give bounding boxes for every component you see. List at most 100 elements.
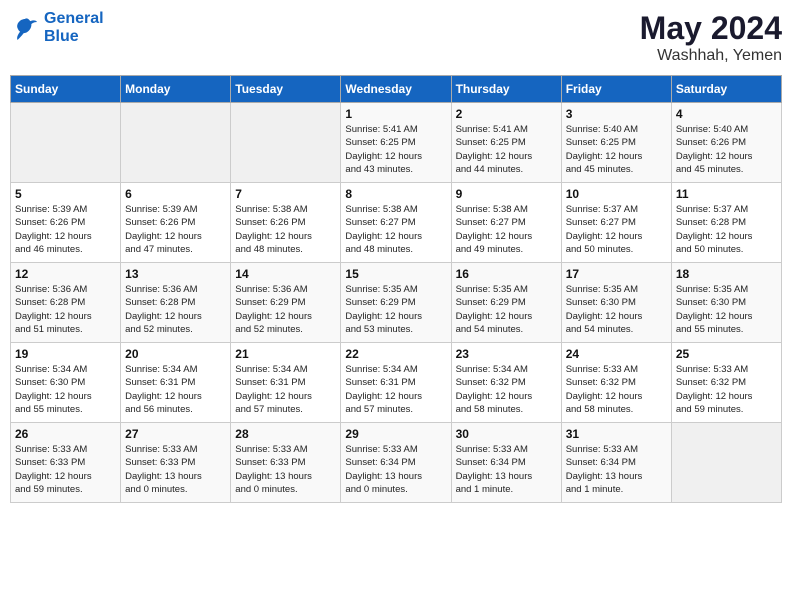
logo-icon xyxy=(10,13,40,43)
day-number: 1 xyxy=(345,107,446,121)
day-number: 14 xyxy=(235,267,336,281)
day-number: 16 xyxy=(456,267,557,281)
weekday-header-monday: Monday xyxy=(121,76,231,103)
day-info: Sunrise: 5:38 AM Sunset: 6:27 PM Dayligh… xyxy=(345,203,446,256)
day-info: Sunrise: 5:34 AM Sunset: 6:30 PM Dayligh… xyxy=(15,363,116,416)
day-info: Sunrise: 5:38 AM Sunset: 6:27 PM Dayligh… xyxy=(456,203,557,256)
day-info: Sunrise: 5:39 AM Sunset: 6:26 PM Dayligh… xyxy=(15,203,116,256)
day-info: Sunrise: 5:41 AM Sunset: 6:25 PM Dayligh… xyxy=(345,123,446,176)
day-number: 22 xyxy=(345,347,446,361)
day-info: Sunrise: 5:34 AM Sunset: 6:31 PM Dayligh… xyxy=(235,363,336,416)
calendar-cell: 19Sunrise: 5:34 AM Sunset: 6:30 PM Dayli… xyxy=(11,343,121,423)
day-info: Sunrise: 5:34 AM Sunset: 6:31 PM Dayligh… xyxy=(125,363,226,416)
calendar-cell: 18 Sunrise: 5:35 AM Sunset: 6:30 PM Dayli… xyxy=(671,263,781,343)
day-info: Sunrise: 5:38 AM Sunset: 6:26 PM Dayligh… xyxy=(235,203,336,256)
day-number: 27 xyxy=(125,427,226,441)
calendar-week-row: 12Sunrise: 5:36 AM Sunset: 6:28 PM Dayli… xyxy=(11,263,782,343)
title-block: May 2024 Washhah, Yemen xyxy=(640,10,782,65)
calendar-body: 1 Sunrise: 5:41 AM Sunset: 6:25 PM Daylig… xyxy=(11,103,782,503)
calendar-cell: 15Sunrise: 5:35 AM Sunset: 6:29 PM Dayli… xyxy=(341,263,451,343)
day-number: 4 xyxy=(676,107,777,121)
day-number: 24 xyxy=(566,347,667,361)
page-header: General Blue May 2024 Washhah, Yemen xyxy=(10,10,782,65)
day-number: 3 xyxy=(566,107,667,121)
day-info: Sunrise: 5:33 AM Sunset: 6:33 PM Dayligh… xyxy=(235,443,336,496)
calendar-cell: 30 Sunrise: 5:33 AM Sunset: 6:34 PM Dayli… xyxy=(451,423,561,503)
calendar-cell: 26Sunrise: 5:33 AM Sunset: 6:33 PM Dayli… xyxy=(11,423,121,503)
calendar-week-row: 19Sunrise: 5:34 AM Sunset: 6:30 PM Dayli… xyxy=(11,343,782,423)
day-info: Sunrise: 5:33 AM Sunset: 6:34 PM Dayligh… xyxy=(566,443,667,496)
calendar-cell: 14 Sunrise: 5:36 AM Sunset: 6:29 PM Dayli… xyxy=(231,263,341,343)
day-number: 20 xyxy=(125,347,226,361)
calendar-cell: 11 Sunrise: 5:37 AM Sunset: 6:28 PM Dayli… xyxy=(671,183,781,263)
calendar-cell: 31 Sunrise: 5:33 AM Sunset: 6:34 PM Dayli… xyxy=(561,423,671,503)
day-info: Sunrise: 5:33 AM Sunset: 6:32 PM Dayligh… xyxy=(566,363,667,416)
day-number: 21 xyxy=(235,347,336,361)
calendar-cell: 2Sunrise: 5:41 AM Sunset: 6:25 PM Daylig… xyxy=(451,103,561,183)
day-info: Sunrise: 5:35 AM Sunset: 6:29 PM Dayligh… xyxy=(456,283,557,336)
day-info: Sunrise: 5:33 AM Sunset: 6:32 PM Dayligh… xyxy=(676,363,777,416)
day-number: 28 xyxy=(235,427,336,441)
calendar-cell: 16 Sunrise: 5:35 AM Sunset: 6:29 PM Dayli… xyxy=(451,263,561,343)
calendar-cell: 21 Sunrise: 5:34 AM Sunset: 6:31 PM Dayli… xyxy=(231,343,341,423)
calendar-cell: 10 Sunrise: 5:37 AM Sunset: 6:27 PM Dayli… xyxy=(561,183,671,263)
day-number: 8 xyxy=(345,187,446,201)
day-number: 2 xyxy=(456,107,557,121)
day-number: 31 xyxy=(566,427,667,441)
day-info: Sunrise: 5:33 AM Sunset: 6:34 PM Dayligh… xyxy=(456,443,557,496)
calendar-cell xyxy=(231,103,341,183)
weekday-header-thursday: Thursday xyxy=(451,76,561,103)
weekday-header-wednesday: Wednesday xyxy=(341,76,451,103)
weekday-header-saturday: Saturday xyxy=(671,76,781,103)
calendar-cell: 17 Sunrise: 5:35 AM Sunset: 6:30 PM Dayli… xyxy=(561,263,671,343)
day-number: 29 xyxy=(345,427,446,441)
day-number: 10 xyxy=(566,187,667,201)
day-info: Sunrise: 5:35 AM Sunset: 6:30 PM Dayligh… xyxy=(566,283,667,336)
calendar-cell: 9 Sunrise: 5:38 AM Sunset: 6:27 PM Daylig… xyxy=(451,183,561,263)
calendar-cell: 22 Sunrise: 5:34 AM Sunset: 6:31 PM Dayli… xyxy=(341,343,451,423)
day-number: 11 xyxy=(676,187,777,201)
day-info: Sunrise: 5:34 AM Sunset: 6:31 PM Dayligh… xyxy=(345,363,446,416)
calendar-cell: 13 Sunrise: 5:36 AM Sunset: 6:28 PM Dayli… xyxy=(121,263,231,343)
calendar-table: SundayMondayTuesdayWednesdayThursdayFrid… xyxy=(10,75,782,503)
day-number: 7 xyxy=(235,187,336,201)
day-number: 30 xyxy=(456,427,557,441)
day-number: 18 xyxy=(676,267,777,281)
day-info: Sunrise: 5:40 AM Sunset: 6:26 PM Dayligh… xyxy=(676,123,777,176)
calendar-cell: 12Sunrise: 5:36 AM Sunset: 6:28 PM Dayli… xyxy=(11,263,121,343)
calendar-week-row: 1 Sunrise: 5:41 AM Sunset: 6:25 PM Daylig… xyxy=(11,103,782,183)
day-info: Sunrise: 5:34 AM Sunset: 6:32 PM Dayligh… xyxy=(456,363,557,416)
day-info: Sunrise: 5:37 AM Sunset: 6:27 PM Dayligh… xyxy=(566,203,667,256)
day-info: Sunrise: 5:35 AM Sunset: 6:30 PM Dayligh… xyxy=(676,283,777,336)
day-number: 5 xyxy=(15,187,116,201)
calendar-cell: 24 Sunrise: 5:33 AM Sunset: 6:32 PM Dayli… xyxy=(561,343,671,423)
calendar-cell: 6 Sunrise: 5:39 AM Sunset: 6:26 PM Daylig… xyxy=(121,183,231,263)
day-info: Sunrise: 5:37 AM Sunset: 6:28 PM Dayligh… xyxy=(676,203,777,256)
day-number: 17 xyxy=(566,267,667,281)
weekday-header-row: SundayMondayTuesdayWednesdayThursdayFrid… xyxy=(11,76,782,103)
weekday-header-sunday: Sunday xyxy=(11,76,121,103)
weekday-header-tuesday: Tuesday xyxy=(231,76,341,103)
logo-text: General Blue xyxy=(44,10,104,46)
calendar-cell xyxy=(11,103,121,183)
calendar-cell: 28 Sunrise: 5:33 AM Sunset: 6:33 PM Dayli… xyxy=(231,423,341,503)
calendar-cell xyxy=(121,103,231,183)
day-info: Sunrise: 5:33 AM Sunset: 6:33 PM Dayligh… xyxy=(125,443,226,496)
day-info: Sunrise: 5:40 AM Sunset: 6:25 PM Dayligh… xyxy=(566,123,667,176)
day-number: 6 xyxy=(125,187,226,201)
calendar-cell: 5 Sunrise: 5:39 AM Sunset: 6:26 PM Daylig… xyxy=(11,183,121,263)
calendar-cell: 7 Sunrise: 5:38 AM Sunset: 6:26 PM Daylig… xyxy=(231,183,341,263)
calendar-cell: 8 Sunrise: 5:38 AM Sunset: 6:27 PM Daylig… xyxy=(341,183,451,263)
calendar-cell: 1 Sunrise: 5:41 AM Sunset: 6:25 PM Daylig… xyxy=(341,103,451,183)
day-info: Sunrise: 5:36 AM Sunset: 6:28 PM Dayligh… xyxy=(15,283,116,336)
day-number: 25 xyxy=(676,347,777,361)
day-number: 13 xyxy=(125,267,226,281)
day-info: Sunrise: 5:36 AM Sunset: 6:28 PM Dayligh… xyxy=(125,283,226,336)
calendar-week-row: 5 Sunrise: 5:39 AM Sunset: 6:26 PM Daylig… xyxy=(11,183,782,263)
day-info: Sunrise: 5:36 AM Sunset: 6:29 PM Dayligh… xyxy=(235,283,336,336)
logo: General Blue xyxy=(10,10,104,46)
day-number: 9 xyxy=(456,187,557,201)
day-info: Sunrise: 5:39 AM Sunset: 6:26 PM Dayligh… xyxy=(125,203,226,256)
calendar-cell: 29 Sunrise: 5:33 AM Sunset: 6:34 PM Dayli… xyxy=(341,423,451,503)
day-info: Sunrise: 5:33 AM Sunset: 6:34 PM Dayligh… xyxy=(345,443,446,496)
